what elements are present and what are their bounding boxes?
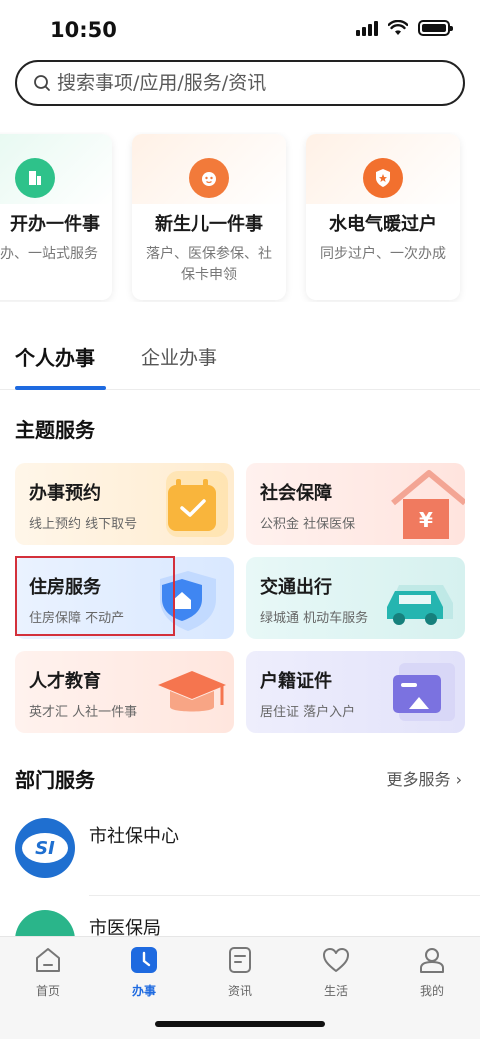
quick-card-desc: 落户、医保参保、社保卡申领 — [146, 246, 272, 283]
bottom-nav: 首页 办事 资讯 生活 我的 — [0, 936, 480, 1039]
tile-title: 交通出行 — [260, 577, 332, 598]
clock-icon — [131, 947, 157, 973]
home-icon — [36, 948, 60, 972]
tile-appointment[interactable]: 办事预约 线上预约 线下取号 — [15, 463, 234, 545]
heart-icon — [323, 948, 349, 972]
tile-social-security[interactable]: ¥ 社会保障 公积金 社保医保 — [246, 463, 465, 545]
social-security-logo: SI — [15, 818, 75, 878]
tile-household-registration[interactable]: 户籍证件 居住证 落户入户 — [246, 651, 465, 733]
status-icons — [356, 20, 453, 36]
tile-title: 户籍证件 — [260, 671, 332, 692]
tile-transport[interactable]: 交通出行 绿城通 机动车服务 — [246, 557, 465, 639]
wifi-icon — [388, 20, 408, 35]
nav-life[interactable]: 生活 — [306, 945, 366, 999]
tile-talent-education[interactable]: 人才教育 英才汇 人社一件事 — [15, 651, 234, 733]
tile-title: 办事预约 — [29, 483, 101, 504]
quick-card-business-startup[interactable]: 开办一件事 一次办、一站式服务 — [0, 134, 112, 300]
car-icon — [387, 585, 453, 625]
quick-card-utility-transfer[interactable]: 水电气暖过户 同步过户、一次办成 — [306, 134, 460, 300]
graduation-cap-icon — [158, 671, 226, 712]
quick-card-title: 新生儿一件事 — [155, 214, 263, 235]
divider — [89, 895, 480, 896]
calendar-icon — [166, 471, 228, 537]
quick-card-title: 水电气暖过户 — [329, 214, 437, 235]
house-yuan-icon: ¥ — [391, 470, 465, 539]
nav-home[interactable]: 首页 — [18, 945, 78, 999]
search-bar[interactable] — [15, 60, 465, 106]
tile-desc: 公积金 社保医保 — [260, 517, 356, 532]
tab-enterprise[interactable]: 企业办事 — [141, 343, 217, 370]
tile-title: 社会保障 — [260, 483, 332, 504]
home-indicator — [155, 1021, 325, 1027]
tile-desc: 线上预约 线下取号 — [29, 517, 138, 532]
search-icon — [34, 75, 50, 91]
tile-title: 住房服务 — [29, 577, 101, 598]
building-icon — [15, 158, 55, 198]
dept-name: 市社保中心 — [89, 826, 179, 847]
more-services-link[interactable]: 更多服务 › — [387, 766, 463, 790]
tab-indicator — [15, 386, 106, 390]
search-input[interactable] — [57, 72, 437, 94]
quick-card-desc: 同步过户、一次办成 — [320, 246, 446, 262]
quick-card-desc: 一次办、一站式服务 — [0, 246, 98, 262]
theme-services-title: 主题服务 — [15, 418, 95, 442]
tile-title: 人才教育 — [29, 671, 101, 692]
shield-house-icon — [160, 571, 216, 631]
battery-icon — [418, 20, 453, 36]
id-card-icon — [393, 663, 455, 721]
tile-desc: 居住证 落户入户 — [260, 705, 356, 720]
quick-cards-row: 开办一件事 一次办、一站式服务 新生儿一件事 落户、医保参保、社保卡申领 水电气… — [0, 132, 480, 302]
signal-icon — [356, 20, 378, 36]
tile-desc: 绿城通 机动车服务 — [260, 611, 369, 626]
status-bar: 10:50 — [0, 0, 480, 58]
tile-desc: 英才汇 人社一件事 — [29, 705, 138, 720]
user-icon — [420, 948, 444, 973]
nav-label: 我的 — [419, 984, 444, 998]
baby-icon — [189, 158, 229, 198]
tab-personal[interactable]: 个人办事 — [15, 342, 95, 371]
logo-text: SI — [35, 837, 55, 859]
nav-label: 生活 — [323, 984, 348, 998]
tile-desc: 住房保障 不动产 — [29, 611, 125, 626]
svg-text:¥: ¥ — [419, 508, 433, 532]
shield-star-icon — [363, 158, 403, 198]
nav-profile[interactable]: 我的 — [402, 945, 462, 999]
service-tabs: 个人办事 企业办事 — [0, 330, 480, 390]
department-services-title: 部门服务 — [15, 768, 95, 792]
nav-label: 首页 — [35, 984, 60, 998]
tile-housing[interactable]: 住房服务 住房保障 不动产 — [15, 557, 234, 639]
nav-news[interactable]: 资讯 — [210, 945, 270, 999]
news-icon — [229, 947, 251, 973]
quick-card-title: 开办一件事 — [10, 214, 100, 235]
nav-label: 办事 — [131, 984, 156, 998]
nav-services[interactable]: 办事 — [114, 945, 174, 999]
quick-card-newborn[interactable]: 新生儿一件事 落户、医保参保、社保卡申领 — [132, 134, 286, 300]
status-time: 10:50 — [50, 18, 117, 42]
nav-label: 资讯 — [227, 984, 252, 998]
